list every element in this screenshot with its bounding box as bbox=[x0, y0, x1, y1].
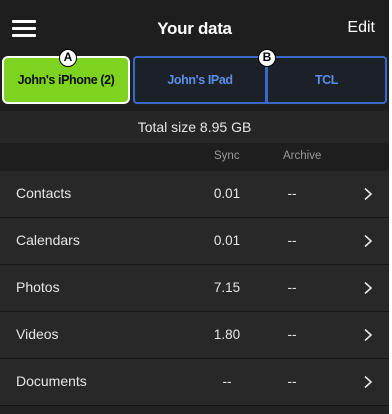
edit-button[interactable]: Edit bbox=[347, 19, 375, 37]
page-title: Your data bbox=[157, 19, 232, 38]
device-tab-label: John's IPad bbox=[167, 73, 233, 87]
chevron-right-icon bbox=[364, 282, 373, 294]
chevron-right-icon bbox=[364, 235, 373, 247]
category-row-photos[interactable]: Photos 7.15 -- bbox=[0, 265, 389, 312]
device-tab-tcl[interactable]: TCL bbox=[266, 56, 387, 104]
marker-b-badge: B bbox=[258, 49, 276, 67]
top-bar: Your data Edit bbox=[0, 0, 389, 58]
column-header-archive: Archive bbox=[283, 150, 322, 162]
category-label: Videos bbox=[16, 326, 59, 342]
bottom-area bbox=[0, 406, 389, 414]
marker-a-badge: A bbox=[59, 49, 77, 67]
category-row-calendars[interactable]: Calendars 0.01 -- bbox=[0, 218, 389, 265]
sync-value: 0.01 bbox=[213, 186, 241, 201]
sync-value: 7.15 bbox=[213, 280, 241, 295]
category-label: Calendars bbox=[16, 232, 80, 248]
device-tab-label: John's iPhone (2) bbox=[17, 73, 115, 87]
device-tab-johns-ipad[interactable]: John's IPad bbox=[133, 56, 267, 104]
category-label: Contacts bbox=[16, 185, 72, 201]
chevron-right-icon bbox=[364, 329, 373, 341]
total-size-text: Total size 8.95 GB bbox=[137, 119, 252, 135]
archive-value: -- bbox=[287, 327, 297, 342]
category-label: Documents bbox=[16, 373, 87, 389]
sync-value: 0.01 bbox=[213, 233, 241, 248]
sync-value: 1.80 bbox=[213, 327, 241, 342]
archive-value: -- bbox=[287, 374, 297, 389]
device-tab-label: TCL bbox=[314, 73, 339, 87]
category-row-contacts[interactable]: Contacts 0.01 -- bbox=[0, 171, 389, 218]
archive-value: -- bbox=[287, 186, 297, 201]
column-header-sync: Sync bbox=[214, 150, 240, 162]
category-row-documents[interactable]: Documents -- -- bbox=[0, 359, 389, 406]
chevron-right-icon bbox=[364, 376, 373, 388]
device-tabs: A B John's iPhone (2) John's IPad TCL bbox=[2, 49, 387, 106]
category-label: Photos bbox=[16, 279, 60, 295]
column-headers: Sync Archive bbox=[0, 145, 389, 170]
archive-value: -- bbox=[287, 233, 297, 248]
your-data-screen: Your data Edit A B John's iPhone (2) Joh… bbox=[0, 0, 389, 414]
sync-value: -- bbox=[222, 374, 232, 389]
archive-value: -- bbox=[287, 280, 297, 295]
total-size-banner: Total size 8.95 GB bbox=[0, 111, 389, 143]
category-row-videos[interactable]: Videos 1.80 -- bbox=[0, 312, 389, 359]
data-category-list: Contacts 0.01 -- Calendars 0.01 -- Photo… bbox=[0, 171, 389, 406]
chevron-right-icon bbox=[364, 188, 373, 200]
